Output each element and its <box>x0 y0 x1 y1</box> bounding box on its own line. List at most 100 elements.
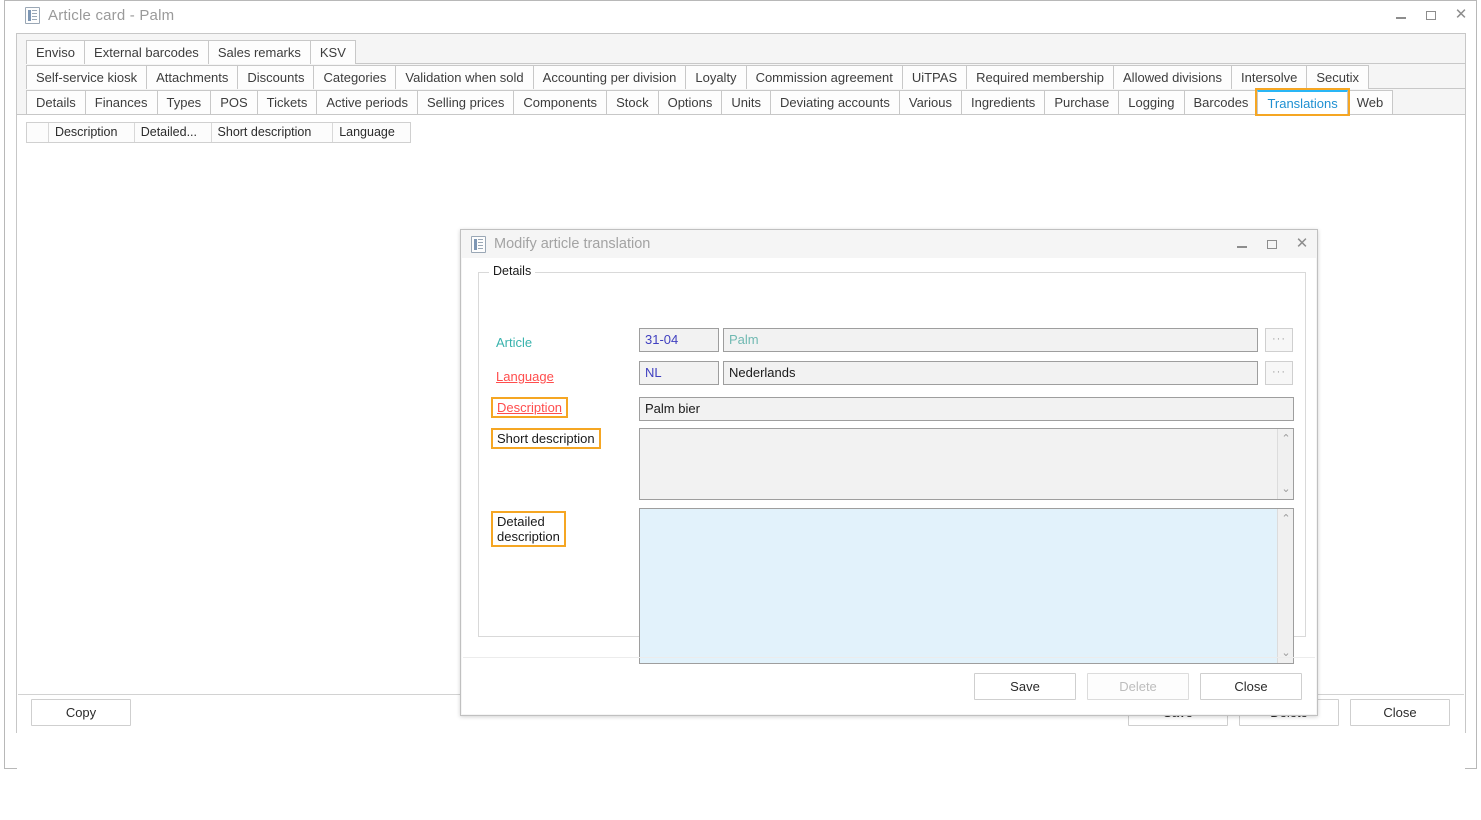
tab-deviating-accounts[interactable]: Deviating accounts <box>770 90 900 114</box>
document-icon <box>25 7 40 24</box>
dialog-footer-separator <box>463 657 1315 658</box>
grid-header-row: Description Detailed... Short descriptio… <box>26 122 411 143</box>
tab-row-1-filler <box>355 39 1465 64</box>
tab-finances[interactable]: Finances <box>85 90 158 114</box>
tab-accounting-per-division[interactable]: Accounting per division <box>533 65 687 89</box>
tab-various[interactable]: Various <box>899 90 962 114</box>
article-label: Article <box>496 335 532 350</box>
document-icon <box>471 236 486 253</box>
close-icon[interactable]: ✕ <box>1454 8 1468 22</box>
short-description-text[interactable] <box>640 429 1277 499</box>
tab-row-3: Details Finances Types POS Tickets Activ… <box>17 89 1465 114</box>
tab-units[interactable]: Units <box>721 90 771 114</box>
copy-button[interactable]: Copy <box>31 699 131 726</box>
window-title-bar: Article card - Palm ✕ <box>5 1 1476 29</box>
dialog-title-bar: Modify article translation ✕ <box>461 230 1317 258</box>
tab-types[interactable]: Types <box>157 90 212 114</box>
tab-allowed-divisions[interactable]: Allowed divisions <box>1113 65 1232 89</box>
dialog-delete-button: Delete <box>1087 673 1189 700</box>
tab-discounts[interactable]: Discounts <box>237 65 314 89</box>
language-browse-button[interactable]: ··· <box>1265 361 1293 385</box>
tab-commission-agreement[interactable]: Commission agreement <box>746 65 903 89</box>
detailed-description-label-line1: Detailed <box>497 514 545 529</box>
window-controls: ✕ <box>1394 1 1468 29</box>
tab-components[interactable]: Components <box>513 90 607 114</box>
tab-loyalty[interactable]: Loyalty <box>685 65 746 89</box>
tab-sales-remarks[interactable]: Sales remarks <box>208 40 311 64</box>
tab-attachments[interactable]: Attachments <box>146 65 238 89</box>
tab-stock[interactable]: Stock <box>606 90 659 114</box>
article-code-input[interactable]: 31-04 <box>639 328 719 352</box>
tab-active-periods[interactable]: Active periods <box>316 90 418 114</box>
language-name-input[interactable]: Nederlands <box>723 361 1258 385</box>
dialog-maximize-icon[interactable] <box>1265 237 1279 251</box>
short-description-label: Short description <box>491 428 601 449</box>
detailed-description-textarea[interactable]: ⌃ ⌄ <box>639 508 1294 664</box>
tab-row-2-filler <box>1368 64 1465 89</box>
scroll-up-icon[interactable]: ⌃ <box>1278 511 1294 527</box>
details-group-label: Details <box>489 264 535 278</box>
tab-ksv[interactable]: KSV <box>310 40 356 64</box>
tab-strip: Enviso External barcodes Sales remarks K… <box>17 34 1465 115</box>
tab-row-3-filler <box>1392 90 1465 114</box>
grid-column-detailed-description[interactable]: Detailed... <box>135 123 212 142</box>
dialog-close-button[interactable]: Close <box>1200 673 1302 700</box>
page-title: Article card - Palm <box>48 7 174 24</box>
tab-selling-prices[interactable]: Selling prices <box>417 90 514 114</box>
tab-options[interactable]: Options <box>658 90 723 114</box>
scroll-down-icon[interactable]: ⌄ <box>1278 645 1294 661</box>
scroll-down-icon[interactable]: ⌄ <box>1278 481 1294 497</box>
details-group-box: Details Article 31-04 Palm ··· Language … <box>478 272 1306 637</box>
maximize-icon[interactable] <box>1424 8 1438 22</box>
tab-web[interactable]: Web <box>1347 90 1394 114</box>
tab-ingredients[interactable]: Ingredients <box>961 90 1045 114</box>
tab-uitpas[interactable]: UiTPAS <box>902 65 967 89</box>
grid-column-description[interactable]: Description <box>49 123 135 142</box>
dialog-minimize-icon[interactable] <box>1235 237 1249 251</box>
dialog-action-buttons: Save Delete Close <box>462 673 1302 700</box>
dialog-close-icon[interactable]: ✕ <box>1295 237 1309 251</box>
tab-row-2: Self-service kiosk Attachments Discounts… <box>17 64 1465 89</box>
short-description-textarea[interactable]: ⌃ ⌄ <box>639 428 1294 500</box>
tab-translations[interactable]: Translations <box>1257 90 1347 114</box>
dialog-save-button[interactable]: Save <box>974 673 1076 700</box>
dialog-title: Modify article translation <box>494 236 650 252</box>
tab-required-membership[interactable]: Required membership <box>966 65 1114 89</box>
tab-tickets[interactable]: Tickets <box>257 90 318 114</box>
tab-external-barcodes[interactable]: External barcodes <box>84 40 209 64</box>
minimize-icon[interactable] <box>1394 8 1408 22</box>
detailed-description-text[interactable] <box>640 509 1277 663</box>
grid-column-short-description[interactable]: Short description <box>212 123 334 142</box>
scroll-up-icon[interactable]: ⌃ <box>1278 431 1294 447</box>
detailed-description-label-line2: description <box>497 529 560 544</box>
language-code-input[interactable]: NL <box>639 361 719 385</box>
language-label: Language <box>496 369 554 384</box>
close-button[interactable]: Close <box>1350 699 1450 726</box>
dialog-body: Details Article 31-04 Palm ··· Language … <box>462 258 1316 714</box>
detailed-description-label: Detailed description <box>491 511 566 547</box>
tab-row-1: Enviso External barcodes Sales remarks K… <box>17 39 1465 64</box>
description-input[interactable]: Palm bier <box>639 397 1294 421</box>
dialog-window-controls: ✕ <box>1235 230 1309 258</box>
tab-enviso[interactable]: Enviso <box>26 40 85 64</box>
article-card-window: Article card - Palm ✕ Enviso External ba… <box>4 0 1477 769</box>
description-label: Description <box>491 397 568 418</box>
tab-details[interactable]: Details <box>26 90 86 114</box>
tab-validation-when-sold[interactable]: Validation when sold <box>395 65 533 89</box>
tab-intersolve[interactable]: Intersolve <box>1231 65 1307 89</box>
grid-column-language[interactable]: Language <box>333 123 410 142</box>
tab-purchase[interactable]: Purchase <box>1044 90 1119 114</box>
article-browse-button[interactable]: ··· <box>1265 328 1293 352</box>
article-name-input[interactable]: Palm <box>723 328 1258 352</box>
window-content: Enviso External barcodes Sales remarks K… <box>16 33 1466 733</box>
short-description-scrollbar[interactable]: ⌃ ⌄ <box>1277 429 1293 499</box>
tab-barcodes[interactable]: Barcodes <box>1184 90 1259 114</box>
tab-logging[interactable]: Logging <box>1118 90 1184 114</box>
modify-article-translation-dialog: Modify article translation ✕ Details Art… <box>460 229 1318 716</box>
grid-column-index[interactable] <box>27 123 49 142</box>
tab-secutix[interactable]: Secutix <box>1306 65 1369 89</box>
tab-pos[interactable]: POS <box>210 90 257 114</box>
tab-categories[interactable]: Categories <box>313 65 396 89</box>
detailed-description-scrollbar[interactable]: ⌃ ⌄ <box>1277 509 1293 663</box>
tab-self-service-kiosk[interactable]: Self-service kiosk <box>26 65 147 89</box>
